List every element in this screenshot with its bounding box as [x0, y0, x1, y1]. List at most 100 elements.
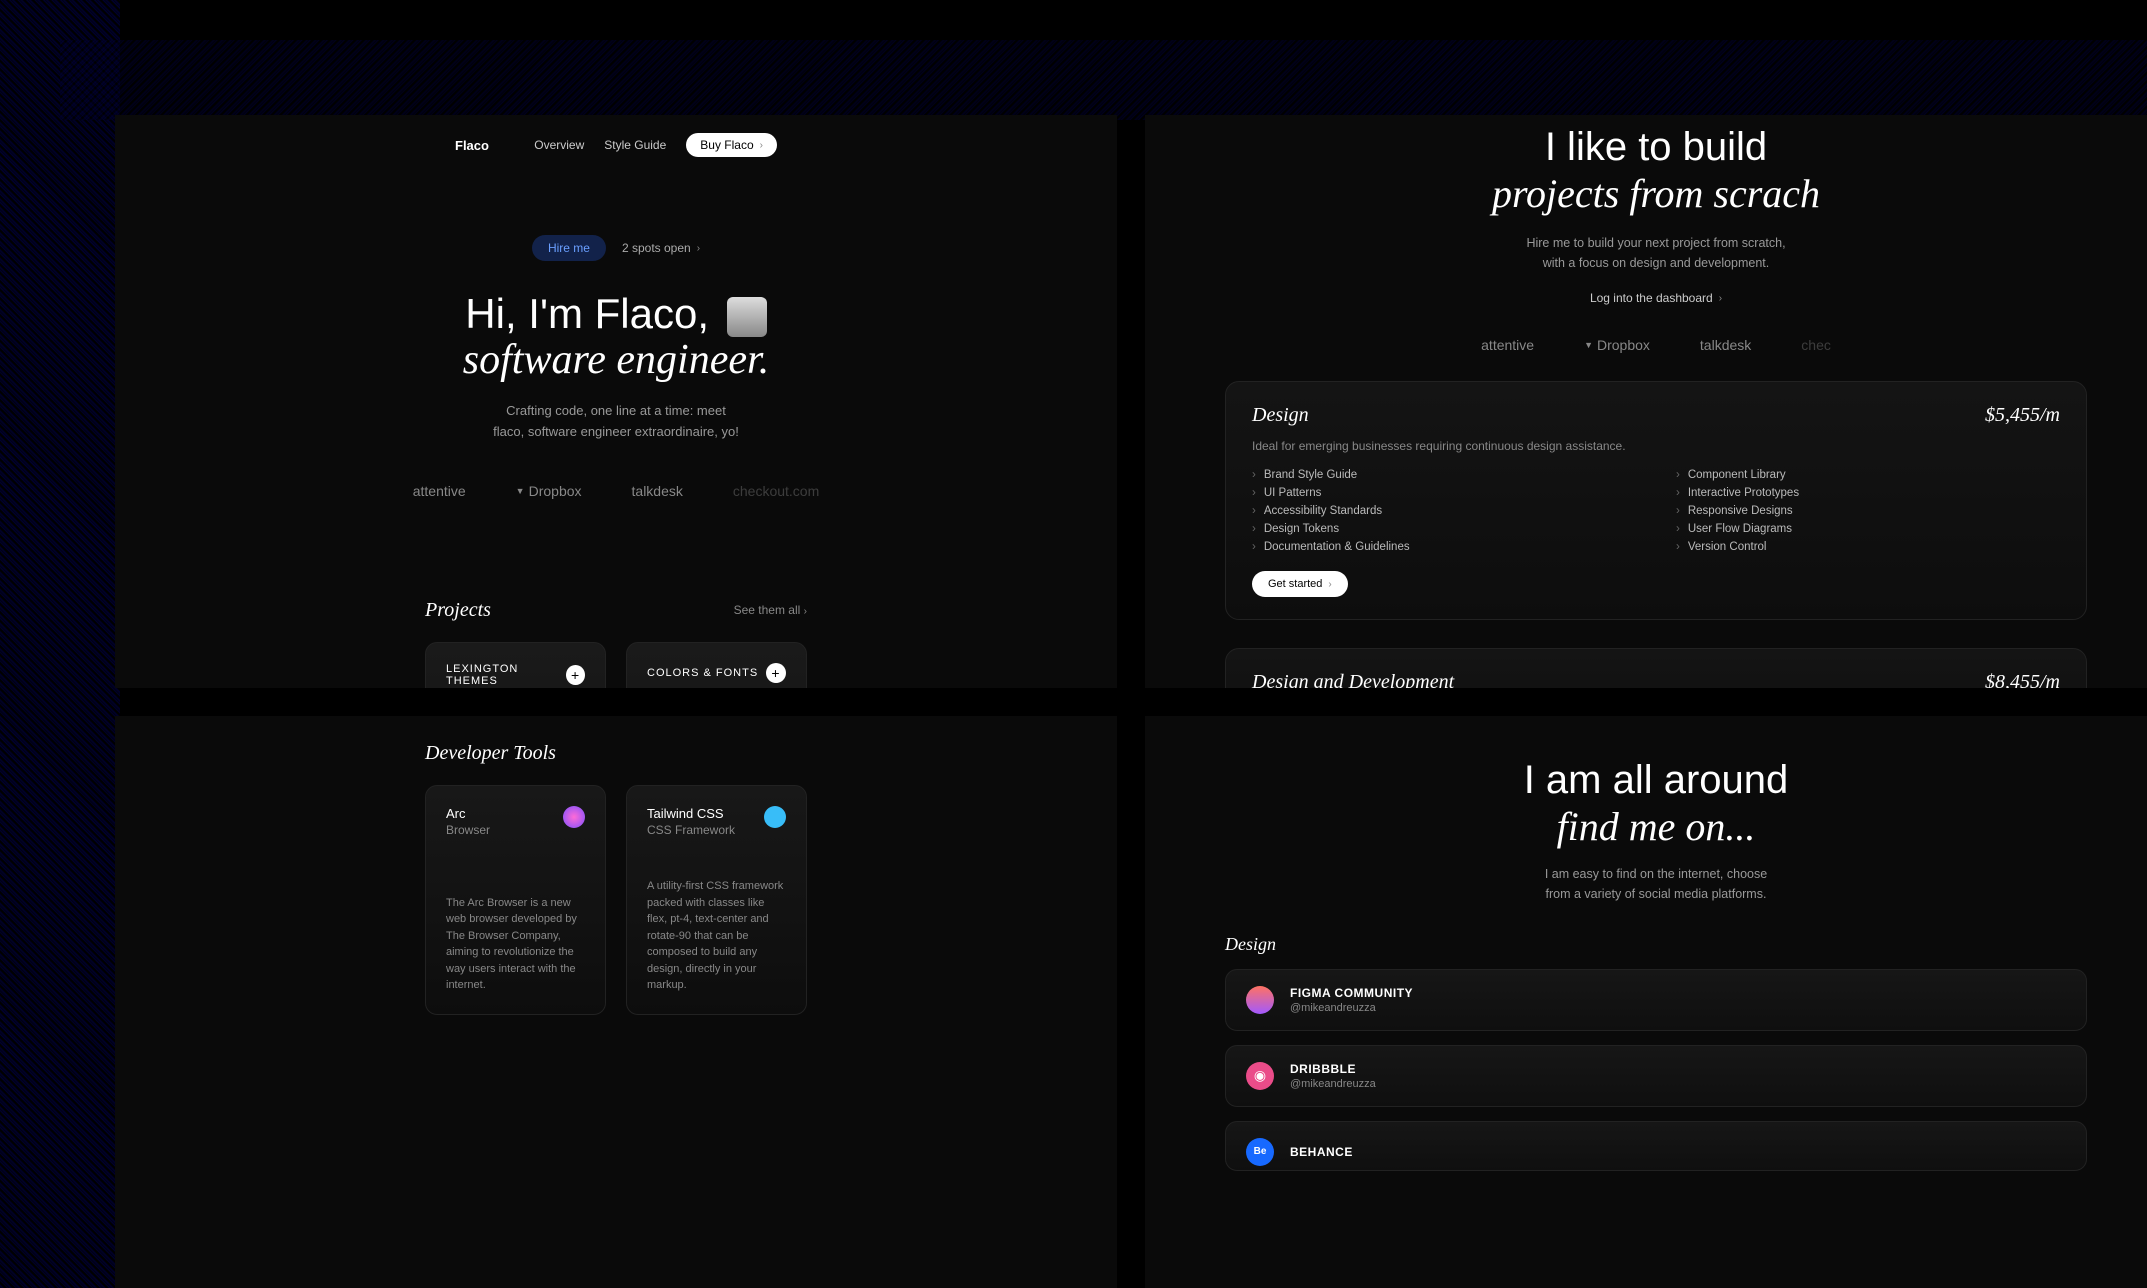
feature-item: Accessibility Standards — [1252, 505, 1636, 517]
tier-price: $5,455/m — [1985, 404, 2060, 427]
card-titles: Tailwind CSS CSS Framework — [647, 806, 735, 837]
social-subtext: I am easy to find on the internet, choos… — [1225, 864, 2087, 904]
social-figma[interactable]: FIGMA COMMUNITY @mikeandreuzza — [1225, 969, 2087, 1031]
tool-card-arc[interactable]: Arc Browser The Arc Browser is a new web… — [425, 785, 606, 1015]
arc-icon — [563, 806, 585, 828]
social-behance[interactable]: Be BEHANCE — [1225, 1121, 2087, 1171]
tier-name: Design and Development — [1252, 671, 1454, 688]
social-dribbble[interactable]: ◉ DRIBBBLE @mikeandreuzza — [1225, 1045, 2087, 1107]
hero-section: Hire me 2 spots open › Hi, I'm Flaco, so… — [115, 175, 1117, 539]
projects-section: Projects See them all › LEXINGTON THEMES… — [115, 539, 1117, 688]
behance-icon: Be — [1246, 1138, 1274, 1166]
pricing-hero: I like to build projects from scrach Hir… — [1225, 115, 2087, 353]
card-title: COLORS & FONTS — [647, 667, 758, 679]
project-card-colors-fonts[interactable]: COLORS & FONTS + Free and open source ic… — [626, 642, 807, 688]
sub-line2: with a focus on design and development. — [1225, 253, 2087, 273]
plus-icon[interactable]: + — [766, 663, 786, 683]
social-section-title: Design — [1225, 934, 2087, 955]
tier-header: Design $5,455/m — [1252, 404, 2060, 427]
nav-styleguide[interactable]: Style Guide — [604, 138, 666, 152]
panel-pricing: I like to build projects from scrach Hir… — [1145, 115, 2147, 688]
card-header: Arc Browser — [446, 806, 585, 837]
brand-logos-row: attentive Dropbox talkdesk checkout.com — [115, 483, 1117, 499]
buy-button[interactable]: Buy Flaco › — [686, 133, 777, 157]
dashboard-link[interactable]: Log into the dashboard › — [1590, 291, 1722, 305]
top-nav: Flaco Overview Style Guide Buy Flaco › — [115, 115, 1117, 175]
sub-line1: Hire me to build your next project from … — [1225, 233, 2087, 253]
see-all-link[interactable]: See them all › — [734, 603, 807, 617]
project-card-lexington[interactable]: LEXINGTON THEMES + Penpot is the web-bas… — [425, 642, 606, 688]
panel-hero: Flaco Overview Style Guide Buy Flaco › H… — [115, 115, 1117, 688]
panels-grid: Flaco Overview Style Guide Buy Flaco › H… — [115, 115, 2147, 1288]
figma-icon — [1246, 986, 1274, 1014]
card-title: LEXINGTON THEMES — [446, 663, 566, 687]
feature-item: Brand Style Guide — [1252, 469, 1636, 481]
tool-category: CSS Framework — [647, 823, 735, 837]
social-text: DRIBBBLE @mikeandreuzza — [1290, 1062, 1376, 1090]
feature-item: Design Tokens — [1252, 523, 1636, 535]
see-all-label: See them all — [734, 603, 801, 617]
feature-item: Component Library — [1676, 469, 2060, 481]
sub-line2: flaco, software engineer extraordinaire,… — [115, 422, 1117, 443]
feature-item: Responsive Designs — [1676, 505, 2060, 517]
brand-logos-row: attentive Dropbox talkdesk chec — [1225, 337, 2087, 353]
social-name: FIGMA COMMUNITY — [1290, 986, 1413, 1000]
projects-header: Projects See them all › — [425, 599, 807, 622]
get-started-button[interactable]: Get started › — [1252, 571, 1348, 597]
tailwind-icon — [764, 806, 786, 828]
chevron-right-icon: › — [1328, 579, 1331, 590]
logo-dropbox: Dropbox — [516, 483, 582, 499]
sub-line1: Crafting code, one line at a time: meet — [115, 401, 1117, 422]
social-heading: I am all around find me on... — [1225, 758, 2087, 850]
projects-title: Projects — [425, 599, 491, 622]
tier-price: $8,455/m — [1985, 671, 2060, 688]
social-name: DRIBBBLE — [1290, 1062, 1376, 1076]
logo-attentive: attentive — [1481, 337, 1534, 353]
tier-features: Brand Style Guide Component Library UI P… — [1252, 469, 2060, 553]
cta-label: Get started — [1268, 578, 1322, 590]
project-cards: LEXINGTON THEMES + Penpot is the web-bas… — [425, 642, 807, 688]
social-handle: @mikeandreuzza — [1290, 1002, 1413, 1014]
feature-item: UI Patterns — [1252, 487, 1636, 499]
pricing-subtext: Hire me to build your next project from … — [1225, 233, 2087, 273]
hero-line2: software engineer. — [115, 337, 1117, 383]
social-handle: @mikeandreuzza — [1290, 1078, 1376, 1090]
devtools-title: Developer Tools — [425, 716, 807, 765]
nav-overview[interactable]: Overview — [534, 138, 584, 152]
chevron-right-icon: › — [697, 243, 700, 254]
panel-devtools: Developer Tools Arc Browser The Arc Brow… — [115, 716, 1117, 1288]
decorative-noise-top — [60, 40, 2147, 120]
feature-item: Interactive Prototypes — [1676, 487, 2060, 499]
tier-header: Design and Development $8,455/m — [1252, 671, 2060, 688]
spots-label: 2 spots open — [622, 241, 691, 255]
logo-dropbox: Dropbox — [1584, 337, 1650, 353]
logo-checkout: chec — [1801, 337, 1831, 353]
tool-description: The Arc Browser is a new web browser dev… — [446, 895, 585, 994]
social-text: BEHANCE — [1290, 1145, 1353, 1159]
decorative-noise-left — [0, 0, 120, 1288]
chevron-right-icon: › — [804, 606, 807, 617]
chevron-right-icon: › — [1719, 293, 1722, 304]
avatar-image — [727, 297, 767, 337]
tool-category: Browser — [446, 823, 490, 837]
tool-name: Tailwind CSS — [647, 806, 735, 821]
heading-line2: projects from scrach — [1225, 170, 2087, 217]
hire-me-pill[interactable]: Hire me — [532, 235, 606, 261]
buy-label: Buy Flaco — [700, 138, 753, 152]
spots-open-link[interactable]: 2 spots open › — [622, 241, 700, 255]
card-header: COLORS & FONTS + — [647, 663, 786, 683]
hero-line1: Hi, I'm Flaco, — [465, 290, 709, 337]
logo-text[interactable]: Flaco — [455, 138, 489, 153]
social-name: BEHANCE — [1290, 1145, 1353, 1159]
chevron-right-icon: › — [760, 140, 763, 151]
plus-icon[interactable]: + — [566, 665, 585, 685]
feature-item: User Flow Diagrams — [1676, 523, 2060, 535]
card-titles: Arc Browser — [446, 806, 490, 837]
hero-subtext: Crafting code, one line at a time: meet … — [115, 401, 1117, 443]
heading-line1: I like to build — [1545, 125, 1767, 169]
tool-card-tailwind[interactable]: Tailwind CSS CSS Framework A utility-fir… — [626, 785, 807, 1015]
social-hero: I am all around find me on... I am easy … — [1225, 716, 2087, 904]
tier-name: Design — [1252, 404, 1309, 427]
tier-subtitle: Ideal for emerging businesses requiring … — [1252, 439, 2060, 453]
sub-line2: from a variety of social media platforms… — [1225, 884, 2087, 904]
